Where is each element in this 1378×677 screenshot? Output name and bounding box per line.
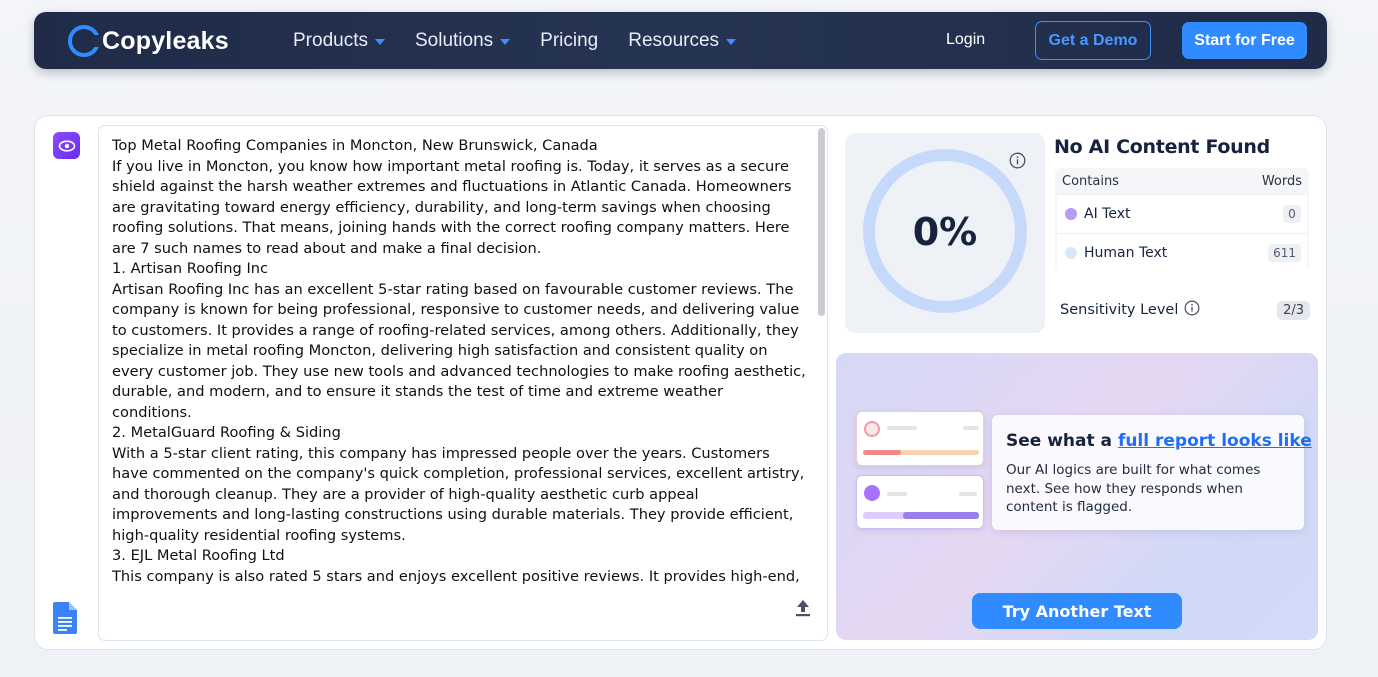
stats-row-ai: AI Text 0 <box>1057 194 1307 233</box>
sensitivity-info-icon[interactable] <box>1184 300 1200 320</box>
sensitivity-label: Sensitivity Level <box>1060 302 1179 318</box>
google-docs-icon[interactable] <box>53 602 77 639</box>
promo-description: Our AI logics are built for what comes n… <box>1006 462 1261 515</box>
contains-header: Contains <box>1062 173 1119 189</box>
words-header: Words <box>1261 173 1302 189</box>
stats-row-human: Human Text 611 <box>1057 233 1307 272</box>
nav-item-resources[interactable]: Resources <box>628 29 737 52</box>
stats-table: Contains Words AI Text 0 Human Text 611 <box>1055 168 1309 272</box>
detector-panel: Top Metal Roofing Companies in Moncton, … <box>34 115 1327 650</box>
start-free-button[interactable]: Start for Free <box>1182 22 1307 59</box>
promo-card: See what a full report looks like Our AI… <box>992 415 1312 530</box>
eye-view-button[interactable] <box>53 132 80 159</box>
nav-item-pricing[interactable]: Pricing <box>540 30 598 52</box>
editor-content[interactable]: Top Metal Roofing Companies in Moncton, … <box>112 136 807 584</box>
logo-c-icon <box>68 25 102 57</box>
nav-item-label: Pricing <box>540 29 599 51</box>
nav-item-label: Solutions <box>414 29 494 51</box>
report-preview-card <box>856 411 984 466</box>
score-box: 0% <box>845 133 1045 333</box>
placeholder-bar <box>863 450 901 455</box>
info-icon[interactable] <box>1009 152 1026 174</box>
eye-icon <box>58 139 75 152</box>
logo-text: Copyleaks <box>102 26 229 55</box>
placeholder-bar <box>887 492 907 496</box>
sensitivity-badge[interactable]: 2/3 <box>1277 300 1310 320</box>
caret-down-icon <box>500 38 511 45</box>
result-title: No AI Content Found <box>1054 136 1270 158</box>
report-ai-icon <box>864 485 880 501</box>
text-editor[interactable]: Top Metal Roofing Companies in Moncton, … <box>98 125 828 641</box>
stats-header: Contains Words <box>1055 168 1309 194</box>
placeholder-bar <box>963 426 979 430</box>
sensitivity-level: Sensitivity Level 2/3 <box>1060 300 1310 320</box>
report-badge-icon <box>864 421 880 437</box>
report-preview-card <box>856 475 984 529</box>
placeholder-bar <box>903 512 979 519</box>
full-report-promo: See what a full report looks like Our AI… <box>836 353 1318 640</box>
try-another-text-button[interactable]: Try Another Text <box>972 593 1182 629</box>
upload-icon[interactable] <box>795 599 811 622</box>
row-label: Human Text <box>1084 245 1168 261</box>
ai-dot-icon <box>1065 208 1077 220</box>
promo-title: See what a full report looks like <box>1006 431 1312 451</box>
human-dot-icon <box>1065 247 1077 259</box>
full-report-link[interactable]: full report looks like <box>1118 431 1312 451</box>
placeholder-bar <box>887 426 917 430</box>
promo-title-prefix: See what a <box>1006 431 1118 451</box>
placeholder-bar <box>959 492 977 496</box>
left-toolbar <box>53 132 80 159</box>
nav-item-label: Resources <box>628 29 720 51</box>
ai-percentage: 0% <box>912 210 978 254</box>
count-badge: 0 <box>1283 205 1301 223</box>
nav-item-solutions[interactable]: Solutions <box>414 29 511 52</box>
login-link[interactable]: Login <box>946 31 985 49</box>
caret-down-icon <box>374 38 385 45</box>
get-demo-button[interactable]: Get a Demo <box>1035 21 1151 60</box>
top-nav: Copyleaks Products Solutions Pricing Res… <box>34 12 1327 69</box>
nav-item-label: Products <box>293 29 368 51</box>
nav-menu: Products Solutions Pricing Resources <box>293 12 737 69</box>
editor-scrollbar[interactable] <box>818 128 825 316</box>
nav-item-products[interactable]: Products <box>293 30 385 52</box>
copyleaks-logo[interactable]: Copyleaks <box>68 24 229 58</box>
count-badge: 611 <box>1268 244 1301 262</box>
caret-down-icon <box>726 38 737 45</box>
row-label: AI Text <box>1084 206 1131 222</box>
